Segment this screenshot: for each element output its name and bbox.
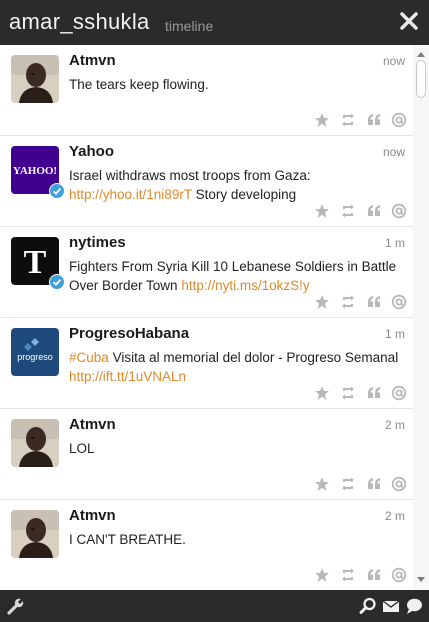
tweet-text: #Cuba Visita al memorial del dolor - Pro… xyxy=(69,350,399,384)
tweet-item[interactable]: YAHOO! Yahoo now Israel withdraws most t… xyxy=(0,136,413,227)
tweet-link[interactable]: http://nyti.ms/1okzS!y xyxy=(181,278,309,293)
close-icon[interactable] xyxy=(398,10,420,32)
reply-icon[interactable] xyxy=(391,385,407,401)
favorite-icon[interactable] xyxy=(314,112,330,128)
tweet-time: now xyxy=(382,54,405,68)
tweet-author[interactable]: Atmvn xyxy=(69,507,116,524)
avatar[interactable] xyxy=(11,419,59,467)
tweet-item[interactable]: Atmvn now The tears keep flowing. xyxy=(0,45,413,136)
chat-bubble-icon[interactable] xyxy=(405,597,423,615)
mail-icon[interactable] xyxy=(382,598,400,614)
retweet-icon[interactable] xyxy=(340,112,356,128)
title-bar: amar_sshukla timeline xyxy=(0,0,429,45)
tweet-time: now xyxy=(382,145,405,159)
verified-badge-icon xyxy=(49,183,65,199)
tweet-text: I CAN'T BREATHE. xyxy=(69,532,186,547)
scrollbar-thumb[interactable] xyxy=(416,60,426,98)
retweet-icon[interactable] xyxy=(340,385,356,401)
search-icon[interactable] xyxy=(359,597,377,615)
tweet-author[interactable]: nytimes xyxy=(69,234,126,251)
verified-badge-icon xyxy=(49,274,65,290)
bottom-toolbar xyxy=(0,590,429,622)
quote-icon[interactable] xyxy=(366,112,382,128)
reply-icon[interactable] xyxy=(391,294,407,310)
tweet-time: 1 m xyxy=(384,327,405,341)
person-photo-avatar xyxy=(11,55,59,103)
nyt-logo-text: T xyxy=(24,244,47,281)
tweet-item[interactable]: progreso ProgresoHabana 1 m #Cuba Visita… xyxy=(0,318,413,409)
favorite-icon[interactable] xyxy=(314,203,330,219)
avatar[interactable] xyxy=(11,55,59,103)
reply-icon[interactable] xyxy=(391,112,407,128)
tweet-author[interactable]: Atmvn xyxy=(69,416,116,433)
retweet-icon[interactable] xyxy=(340,476,356,492)
tweet-item[interactable]: Atmvn 2 m LOL xyxy=(0,409,413,500)
tweet-item[interactable]: T nytimes 1 m Fighters From Syria Kill 1… xyxy=(0,227,413,318)
quote-icon[interactable] xyxy=(366,203,382,219)
favorite-icon[interactable] xyxy=(314,567,330,583)
tweet-hashtag[interactable]: #Cuba xyxy=(69,350,109,365)
scroll-up-arrow-icon[interactable] xyxy=(417,52,425,57)
retweet-icon[interactable] xyxy=(340,567,356,583)
tweet-time: 2 m xyxy=(384,509,405,523)
quote-icon[interactable] xyxy=(366,294,382,310)
progreso-logo-text: progreso xyxy=(17,352,53,362)
yahoo-logo-text: YAHOO! xyxy=(13,165,57,177)
username-title[interactable]: amar_sshukla xyxy=(9,9,150,35)
retweet-icon[interactable] xyxy=(340,203,356,219)
tweet-text: The tears keep flowing. xyxy=(69,77,209,92)
tweet-time: 2 m xyxy=(384,418,405,432)
tweet-time: 1 m xyxy=(384,236,405,250)
app-window: amar_sshukla timeline Atmvn now The tear… xyxy=(0,0,429,622)
scrollbar-track[interactable] xyxy=(413,45,429,590)
view-label: timeline xyxy=(165,18,214,34)
favorite-icon[interactable] xyxy=(314,385,330,401)
person-photo-avatar xyxy=(11,510,59,558)
tweet-text: Fighters From Syria Kill 10 Lebanese Sol… xyxy=(69,259,397,293)
avatar[interactable] xyxy=(11,510,59,558)
favorite-icon[interactable] xyxy=(314,476,330,492)
tweet-author[interactable]: Yahoo xyxy=(69,143,114,160)
tweet-author[interactable]: ProgresoHabana xyxy=(69,325,189,342)
reply-icon[interactable] xyxy=(391,203,407,219)
quote-icon[interactable] xyxy=(366,385,382,401)
tweet-author[interactable]: Atmvn xyxy=(69,52,116,69)
tweet-text: LOL xyxy=(69,441,95,456)
retweet-icon[interactable] xyxy=(340,294,356,310)
timeline-list[interactable]: Atmvn now The tears keep flowing. YAHOO!… xyxy=(0,45,413,590)
quote-icon[interactable] xyxy=(366,567,382,583)
settings-wrench-icon[interactable] xyxy=(7,597,25,615)
favorite-icon[interactable] xyxy=(314,294,330,310)
scroll-down-arrow-icon[interactable] xyxy=(417,577,425,582)
tweet-link[interactable]: http://yhoo.it/1ni89rT xyxy=(69,187,192,202)
avatar[interactable]: progreso xyxy=(11,328,59,376)
tweet-text: Israel withdraws most troops from Gaza: … xyxy=(69,168,311,202)
reply-icon[interactable] xyxy=(391,567,407,583)
tweet-link[interactable]: http://ift.tt/1uVNALn xyxy=(69,369,186,384)
person-photo-avatar xyxy=(11,419,59,467)
reply-icon[interactable] xyxy=(391,476,407,492)
quote-icon[interactable] xyxy=(366,476,382,492)
tweet-item[interactable]: Atmvn 2 m I CAN'T BREATHE. xyxy=(0,500,413,590)
progreso-logo-avatar: progreso xyxy=(11,328,59,376)
